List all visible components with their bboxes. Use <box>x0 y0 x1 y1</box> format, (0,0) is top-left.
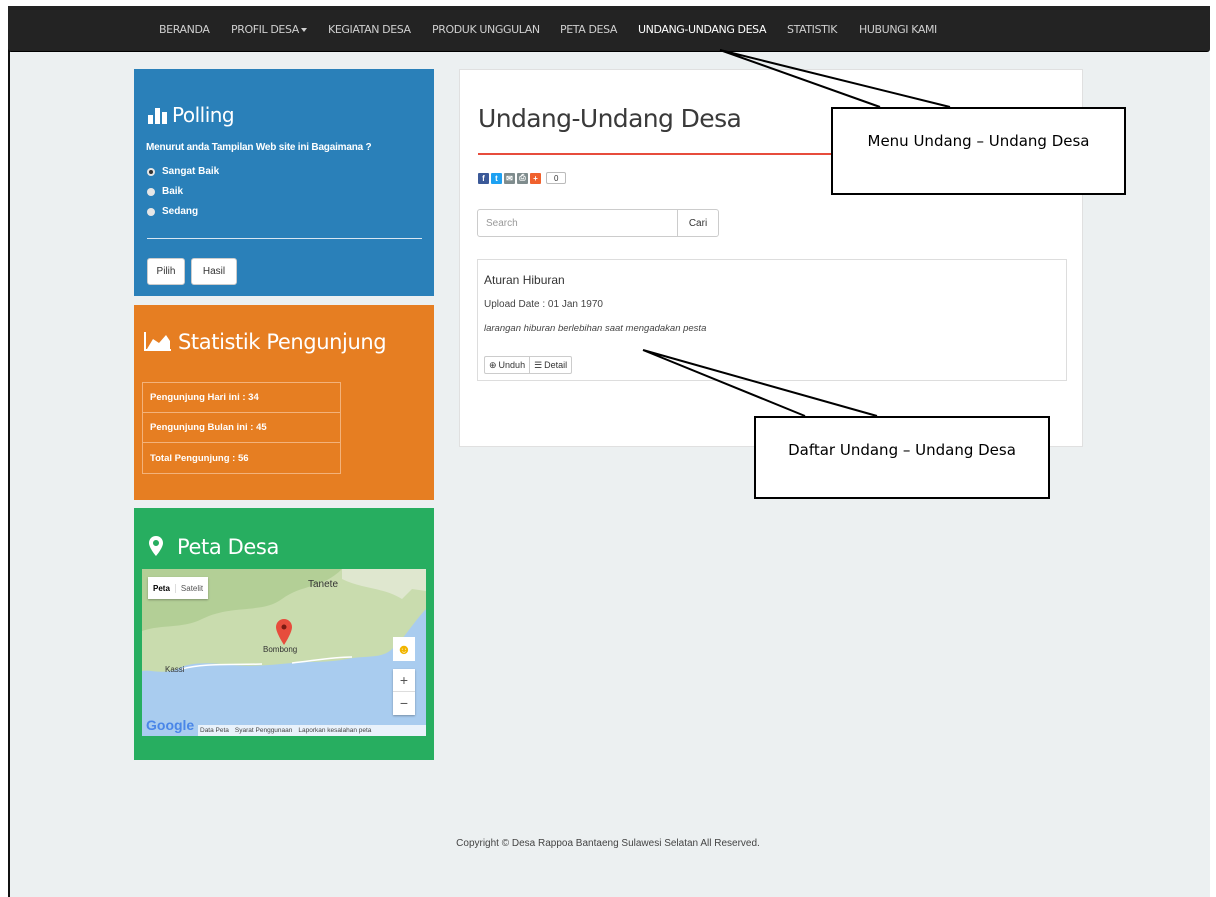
google-logo: Google <box>146 717 195 733</box>
document-actions: ⊕ Unduh ☰ Detail <box>484 356 573 374</box>
zoom-out-icon[interactable]: − <box>393 692 415 714</box>
map-label-tanete: Tanete <box>308 579 339 590</box>
nav-item-profil-desa[interactable]: PROFIL DESA <box>231 23 307 36</box>
poll-option-baik[interactable]: Baik <box>147 186 183 197</box>
add-share-icon[interactable]: + <box>530 172 541 184</box>
search-button[interactable]: Cari <box>677 210 718 236</box>
zoom-in-icon[interactable]: + <box>393 669 415 692</box>
download-label: Unduh <box>498 360 526 370</box>
callout-menu-undang-undang: Menu Undang – Undang Desa <box>831 107 1126 195</box>
map-attribution: Data Peta Syarat Penggunaan Laporkan kes… <box>198 725 426 736</box>
map-pin-icon[interactable] <box>276 619 292 645</box>
embedded-map[interactable]: Peta Satelit Tanete Bombong Kassi ☻ + − … <box>142 569 426 736</box>
poll-option-sangat-baik[interactable]: Sangat Baik <box>147 166 219 177</box>
polling-panel: Polling Menurut anda Tampilan Web site i… <box>134 69 434 296</box>
nav-item-profil-desa-label: PROFIL DESA <box>231 23 299 36</box>
title-underline <box>478 153 848 155</box>
map-tab-satelit[interactable]: Satelit <box>174 583 208 593</box>
map-label-bombong: Bombong <box>263 645 298 654</box>
poll-option-sedang[interactable]: Sedang <box>147 206 198 217</box>
stats-table: Pengunjung Hari ini : 34 Pengunjung Bula… <box>142 382 341 474</box>
footer-copyright: Copyright © Desa Rappoa Bantaeng Sulawes… <box>456 838 760 849</box>
radio-icon[interactable] <box>147 207 155 216</box>
poll-option-label: Sedang <box>162 206 199 217</box>
document-description: larangan hiburan berlebihan saat mengada… <box>484 323 707 334</box>
map-tab-peta[interactable]: Peta <box>148 584 175 593</box>
top-navbar: BERANDA PROFIL DESA KEGIATAN DESA PRODUK… <box>8 6 1210 52</box>
nav-item-statistik[interactable]: STATISTIK <box>787 23 837 36</box>
map-marker-icon <box>149 536 163 556</box>
map-title: Peta Desa <box>177 535 279 559</box>
nav-item-peta-desa[interactable]: PETA DESA <box>560 23 617 36</box>
map-data-link[interactable]: Data Peta <box>200 727 229 734</box>
caret-down-icon <box>300 28 307 32</box>
stat-total: Total Pengunjung : 56 <box>150 452 249 464</box>
document-list-item: Aturan Hiburan Upload Date : 01 Jan 1970… <box>477 259 1067 381</box>
street-view-pegman-icon[interactable]: ☻ <box>393 637 415 661</box>
map-heading: Peta Desa <box>149 535 279 559</box>
nav-item-produk-unggulan[interactable]: PRODUK UNGGULAN <box>432 23 540 36</box>
stat-month: Pengunjung Bulan ini : 45 <box>143 413 340 443</box>
map-type-control: Peta Satelit <box>148 577 209 599</box>
facebook-icon[interactable]: f <box>478 172 489 184</box>
twitter-icon[interactable]: t <box>491 172 502 184</box>
nav-item-hubungi-kami[interactable]: HUBUNGI KAMI <box>859 23 937 36</box>
stats-heading: Statistik Pengunjung <box>144 330 387 354</box>
map-report-link[interactable]: Laporkan kesalahan peta <box>298 727 371 734</box>
email-icon[interactable]: ✉ <box>504 172 515 184</box>
nav-item-beranda[interactable]: BERANDA <box>159 23 210 36</box>
polling-heading: Polling <box>148 103 235 127</box>
search-bar: Search Cari <box>477 209 719 237</box>
area-chart-icon <box>144 332 171 351</box>
list-icon: ☰ <box>534 359 543 370</box>
detail-label: Detail <box>544 360 568 370</box>
poll-option-label: Baik <box>162 186 184 197</box>
divider <box>147 238 422 239</box>
page-title: Undang-Undang Desa <box>478 104 742 133</box>
nav-item-kegiatan-desa[interactable]: KEGIATAN DESA <box>328 23 411 36</box>
village-map-panel: Peta Desa Peta Satelit Tanete Bombong Ka… <box>134 508 434 760</box>
print-icon[interactable]: ⎙ <box>517 172 528 184</box>
polling-title: Polling <box>172 103 235 127</box>
document-title: Aturan Hiburan <box>484 273 565 287</box>
nav-item-undang-undang-desa[interactable]: UNDANG-UNDANG DESA <box>638 23 766 36</box>
download-button[interactable]: ⊕ Unduh <box>485 357 529 373</box>
visitor-stats-panel: Statistik Pengunjung Pengunjung Hari ini… <box>134 305 434 500</box>
result-button[interactable]: Hasil <box>191 258 237 285</box>
bar-chart-icon <box>148 108 167 124</box>
download-icon: ⊕ <box>489 359 497 370</box>
zoom-control: + − <box>393 669 415 715</box>
search-input[interactable]: Search <box>478 210 677 236</box>
vote-button[interactable]: Pilih <box>147 258 185 285</box>
map-label-kassi: Kassi <box>165 665 185 674</box>
radio-icon[interactable] <box>147 187 155 196</box>
document-upload-date: Upload Date : 01 Jan 1970 <box>484 299 603 310</box>
share-count: 0 <box>546 172 567 184</box>
polling-question: Menurut anda Tampilan Web site ini Bagai… <box>146 142 372 153</box>
stat-today: Pengunjung Hari ini : 34 <box>143 383 340 413</box>
share-buttons: f t ✉ ⎙ + 0 <box>478 172 567 184</box>
stats-title: Statistik Pengunjung <box>178 330 387 354</box>
callout-daftar-undang-undang: Daftar Undang – Undang Desa <box>754 416 1050 499</box>
map-terms-link[interactable]: Syarat Penggunaan <box>235 727 292 734</box>
radio-selected-icon[interactable] <box>147 167 155 176</box>
detail-button[interactable]: ☰ Detail <box>529 357 571 373</box>
poll-option-label: Sangat Baik <box>162 166 220 177</box>
